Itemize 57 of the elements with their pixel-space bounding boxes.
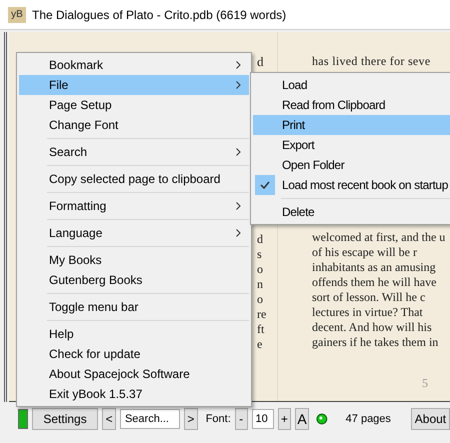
book-text-line: welcomed at first, and the u	[312, 230, 446, 245]
menu-item[interactable]: Delete	[253, 202, 450, 222]
text-fragment: e	[257, 336, 262, 352]
menu-item[interactable]: Read from Clipboard	[253, 95, 450, 115]
book-text-line: of his escape will be r	[312, 245, 418, 260]
font-increase-button[interactable]: +	[278, 408, 292, 430]
text-fragment: o	[257, 262, 263, 276]
menu-item[interactable]: Search	[19, 142, 249, 162]
book-text-line: has lived there for seve	[312, 53, 432, 70]
text-fragment: o	[257, 292, 263, 306]
menu-item[interactable]: Page Setup	[19, 95, 249, 115]
font-decrease-button[interactable]: -	[234, 408, 248, 430]
menu-item[interactable]: Formatting	[19, 196, 249, 216]
about-button[interactable]: About	[410, 408, 450, 430]
check-icon	[260, 181, 270, 189]
text-fragment: ft	[257, 322, 264, 336]
text-fragment: n	[257, 276, 263, 292]
menu-item[interactable]: Load most recent book on startup	[253, 175, 450, 195]
text-fragment: d	[257, 232, 263, 246]
font-size-field[interactable]: 10	[252, 409, 274, 429]
menu-item[interactable]: Gutenberg Books	[19, 270, 249, 290]
indicator-light-icon	[316, 413, 328, 425]
menu-item[interactable]: Change Font	[19, 115, 249, 135]
text-fragment: s	[257, 246, 262, 262]
book-text-line: lectures in virtue? That	[312, 305, 424, 320]
app-icon: yB	[8, 6, 26, 22]
page-count: 47 pages	[346, 412, 391, 427]
font-label: Font:	[206, 412, 231, 427]
menu-item[interactable]: My Books	[19, 250, 249, 270]
settings-button[interactable]: Settings	[32, 408, 98, 430]
window-title: The Dialogues of Plato - Crito.pdb (6619 words)	[32, 6, 286, 24]
menu-item[interactable]: Open Folder	[253, 155, 450, 175]
book-text-line: sort of lesson. Will he c	[312, 290, 426, 305]
text-fragment: re	[257, 306, 266, 322]
book-text-line: decent. And how will his	[312, 320, 433, 335]
menu-item[interactable]: Load	[253, 75, 450, 95]
search-field[interactable]: Search...	[120, 409, 180, 429]
menu-item[interactable]: Print	[253, 115, 450, 135]
previous-button[interactable]: <	[102, 408, 116, 430]
menu-item[interactable]: Copy selected page to clipboard	[19, 169, 249, 189]
book-text-line: inhabitants as an amusing	[312, 260, 437, 275]
menu-item[interactable]: Bookmark	[19, 55, 249, 75]
text-fragment: d	[257, 53, 264, 71]
status-indicator	[18, 409, 28, 429]
menu-item[interactable]: Help	[19, 324, 249, 344]
menu-item[interactable]: Check for update	[19, 344, 249, 364]
next-button[interactable]: >	[184, 408, 198, 430]
menu-item[interactable]: Language	[19, 223, 249, 243]
page-number: 5	[422, 375, 429, 392]
menu-item[interactable]: About Spacejock Software	[19, 364, 249, 384]
font-button[interactable]: A	[295, 408, 309, 430]
menu-item[interactable]: Toggle menu bar	[19, 297, 249, 317]
menu-item[interactable]: Export	[253, 135, 450, 155]
book-text-line: offends them he will have	[312, 275, 438, 290]
menu-item[interactable]: File	[19, 75, 249, 95]
menu-item[interactable]: Exit yBook 1.5.37	[19, 384, 249, 404]
book-text-line: gainers if he takes them in	[312, 335, 440, 350]
